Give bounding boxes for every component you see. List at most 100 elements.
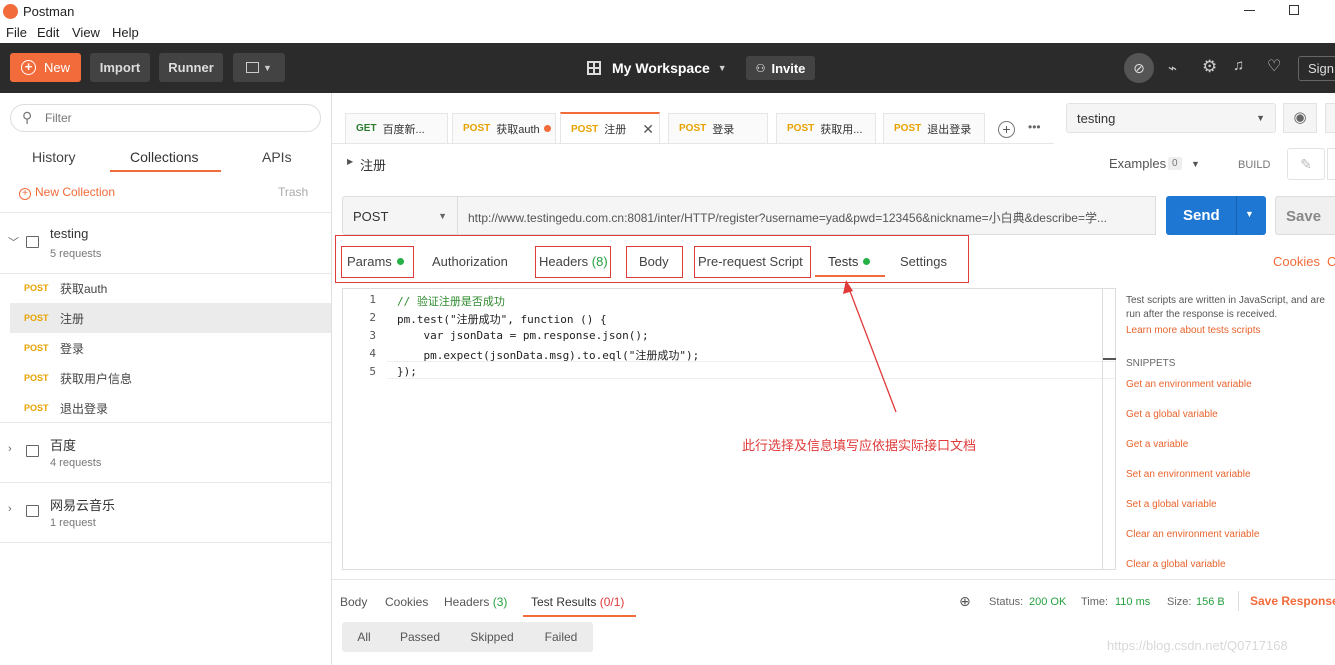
expand-arrow-icon[interactable]: ▶ bbox=[347, 157, 353, 166]
tests-help-text: Test scripts are written in JavaScript, … bbox=[1126, 295, 1325, 320]
filter-passed[interactable]: Passed bbox=[394, 622, 446, 652]
method-select[interactable]: POST ▼ bbox=[342, 196, 458, 235]
filter-input[interactable] bbox=[45, 109, 305, 127]
close-icon[interactable]: ✕ bbox=[642, 121, 654, 138]
editor-scroll-marker bbox=[1103, 358, 1116, 360]
runner-button[interactable]: Runner bbox=[159, 53, 223, 82]
request-item[interactable]: POST 获取用户信息 bbox=[0, 363, 331, 393]
restore-icon[interactable] bbox=[1289, 5, 1299, 15]
workspace-selector[interactable]: My Workspace ▼ bbox=[587, 55, 727, 81]
new-window-icon bbox=[246, 62, 260, 73]
cookies-link[interactable]: Cookies bbox=[1273, 254, 1320, 269]
time-value: 110 ms bbox=[1115, 596, 1151, 608]
code-line: pm.test("注册成功", function () { bbox=[397, 313, 607, 326]
examples-label[interactable]: Examples bbox=[1109, 156, 1166, 171]
menu-file[interactable]: File bbox=[6, 25, 27, 40]
new-button[interactable]: + New bbox=[10, 53, 81, 82]
collection-testing[interactable]: ﹀ testing 5 requests bbox=[0, 214, 331, 274]
add-tab-plus-icon[interactable]: + bbox=[998, 121, 1015, 138]
save-button[interactable]: Save bbox=[1275, 196, 1335, 235]
new-window-button[interactable]: ▼ bbox=[233, 53, 285, 82]
sidebar: ⚲ History Collections APIs +New Collecti… bbox=[0, 93, 332, 665]
save-response-button[interactable]: Save Response bbox=[1250, 594, 1335, 608]
more-tabs-icon[interactable]: ••• bbox=[1028, 120, 1041, 134]
snippet-link[interactable]: Set an environment variable bbox=[1126, 469, 1251, 480]
tabs-divider bbox=[332, 143, 1054, 144]
menu-view[interactable]: View bbox=[72, 25, 100, 40]
request-item[interactable]: POST 登录 bbox=[0, 333, 331, 363]
filter-skipped[interactable]: Skipped bbox=[463, 622, 521, 652]
test-results-underline bbox=[523, 615, 636, 617]
import-button[interactable]: Import bbox=[90, 53, 150, 82]
plus-circle-icon: + bbox=[19, 188, 31, 200]
environment-select[interactable]: testing ▼ bbox=[1066, 103, 1276, 133]
snippet-link[interactable]: Get a variable bbox=[1126, 439, 1188, 450]
send-button[interactable]: Send ▼ bbox=[1166, 196, 1266, 235]
tab-params[interactable]: Params bbox=[347, 254, 404, 269]
globe-icon[interactable]: ⊕ bbox=[959, 593, 971, 610]
tab-authorization[interactable]: Authorization bbox=[432, 254, 508, 269]
collection-netease-music[interactable]: › 网易云音乐 1 request bbox=[0, 483, 331, 543]
snippet-link[interactable]: Get a global variable bbox=[1126, 409, 1218, 420]
trash-link[interactable]: Trash bbox=[278, 185, 308, 199]
new-collection-button[interactable]: + New Collection bbox=[19, 185, 115, 200]
learn-more-link[interactable]: Learn more about tests scripts bbox=[1126, 325, 1261, 336]
request-tab[interactable]: POST 获取用... bbox=[776, 113, 876, 143]
tab-body[interactable]: Body bbox=[639, 254, 669, 269]
filter-box[interactable]: ⚲ bbox=[10, 104, 321, 132]
collection-baidu[interactable]: › 百度 4 requests bbox=[0, 423, 331, 483]
sync-off-icon[interactable]: ⊘ bbox=[1124, 53, 1154, 83]
tab-settings[interactable]: Settings bbox=[900, 254, 947, 269]
response-tab-body[interactable]: Body bbox=[340, 595, 367, 609]
filter-failed[interactable]: Failed bbox=[535, 622, 587, 652]
build-mode-label[interactable]: BUILD bbox=[1238, 159, 1270, 171]
tab-apis[interactable]: APIs bbox=[262, 149, 292, 165]
request-tab[interactable]: POST 获取auth bbox=[452, 113, 556, 143]
satellite-icon[interactable]: ⌁ bbox=[1168, 59, 1177, 77]
collection-name: testing bbox=[50, 226, 89, 241]
tests-editor[interactable]: 1 2 3 4 5 // 验证注册是否成功 pm.test("注册成功", fu… bbox=[342, 288, 1116, 570]
snippet-link[interactable]: Set a global variable bbox=[1126, 499, 1217, 510]
request-item[interactable]: POST 获取auth bbox=[0, 273, 331, 303]
invite-button[interactable]: ⚇ Invite bbox=[746, 56, 815, 80]
environment-settings-icon[interactable] bbox=[1325, 103, 1335, 133]
comments-icon[interactable] bbox=[1327, 148, 1335, 180]
snippet-link[interactable]: Clear an environment variable bbox=[1126, 529, 1259, 540]
url-input[interactable]: http://www.testingedu.com.cn:8081/inter/… bbox=[458, 196, 1156, 235]
chevron-down-icon: ▼ bbox=[263, 62, 272, 73]
postman-logo-icon bbox=[3, 4, 18, 19]
menu-help[interactable]: Help bbox=[112, 25, 139, 40]
request-tab-active[interactable]: POST 注册 ✕ bbox=[560, 112, 660, 144]
tab-tests[interactable]: Tests bbox=[828, 254, 871, 269]
request-tab[interactable]: POST 登录 bbox=[668, 113, 768, 143]
request-tab[interactable]: GET 百度新... bbox=[345, 113, 448, 143]
response-tab-headers[interactable]: Headers (3) bbox=[444, 595, 507, 609]
menu-edit[interactable]: Edit bbox=[37, 25, 59, 40]
code-link[interactable]: C bbox=[1327, 254, 1335, 269]
request-tab[interactable]: POST 退出登录 bbox=[883, 113, 985, 143]
collection-count: 4 requests bbox=[50, 457, 102, 469]
response-tab-test-results[interactable]: Test Results (0/1) bbox=[531, 595, 624, 609]
request-item[interactable]: POST 退出登录 bbox=[0, 393, 331, 423]
tab-headers[interactable]: Headers (8) bbox=[539, 254, 608, 269]
eye-icon[interactable]: ◉ bbox=[1283, 103, 1317, 133]
examples-count-badge: 0 bbox=[1168, 157, 1182, 170]
tab-collections[interactable]: Collections bbox=[130, 149, 198, 165]
bell-icon[interactable]: ♫ bbox=[1233, 57, 1244, 74]
settings-gear-icon[interactable]: ⚙ bbox=[1202, 57, 1217, 77]
tab-prerequest-script[interactable]: Pre-request Script bbox=[698, 254, 803, 269]
editor-scrollbar[interactable] bbox=[1102, 289, 1116, 569]
filter-all[interactable]: All bbox=[342, 622, 386, 652]
request-name[interactable]: 注册 bbox=[360, 155, 386, 174]
examples-caret-icon[interactable]: ▼ bbox=[1191, 159, 1200, 169]
heart-icon[interactable]: ♡ bbox=[1267, 56, 1281, 76]
code-line: var jsonData = pm.response.json(); bbox=[397, 329, 649, 342]
snippet-link[interactable]: Get an environment variable bbox=[1126, 379, 1252, 390]
request-item-selected[interactable]: POST 注册 bbox=[10, 303, 331, 333]
pencil-icon[interactable]: ✎ bbox=[1287, 148, 1325, 180]
snippet-link[interactable]: Clear a global variable bbox=[1126, 559, 1226, 570]
minimize-icon[interactable] bbox=[1244, 10, 1255, 11]
tab-history[interactable]: History bbox=[32, 149, 76, 165]
response-tab-cookies[interactable]: Cookies bbox=[385, 595, 428, 609]
sign-in-button[interactable]: Sign bbox=[1298, 56, 1335, 81]
